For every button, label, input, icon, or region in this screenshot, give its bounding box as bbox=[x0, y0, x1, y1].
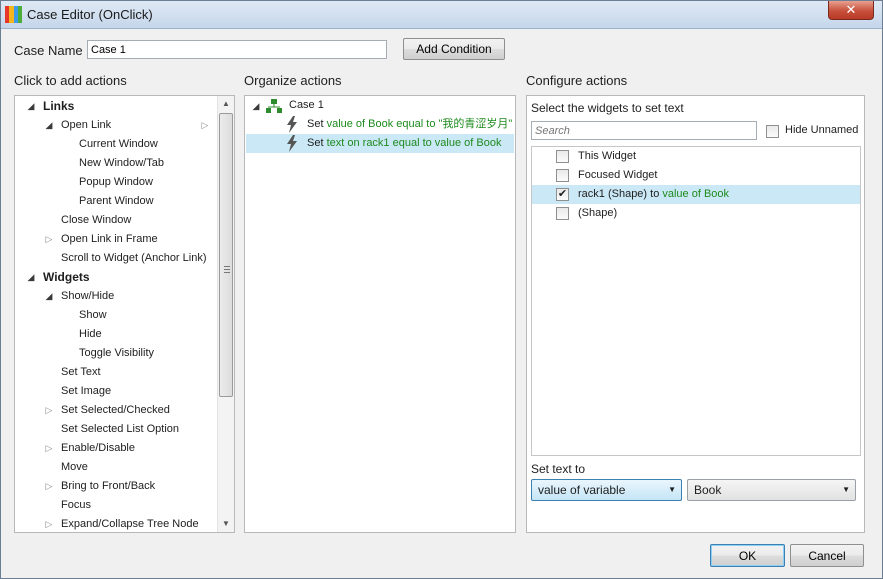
action-item[interactable]: Bring to Front/Back bbox=[61, 477, 155, 496]
action-item[interactable]: Open Link in Frame bbox=[61, 230, 158, 249]
chevron-down-icon: ▼ bbox=[668, 485, 676, 494]
action-prefix: Set bbox=[307, 137, 327, 149]
action-item[interactable]: Popup Window bbox=[79, 173, 153, 192]
widget-row[interactable]: ✔ rack1 (Shape) to value of Book bbox=[532, 185, 860, 204]
set-text-label: Set text to bbox=[531, 462, 586, 476]
action-item[interactable]: Set Selected/Checked bbox=[61, 401, 170, 420]
configure-subheader: Select the widgets to set text bbox=[531, 101, 684, 115]
add-condition-button[interactable]: Add Condition bbox=[403, 38, 505, 60]
tree-expander-icon[interactable] bbox=[26, 97, 36, 116]
action-item[interactable]: Show bbox=[79, 306, 107, 325]
title-bar[interactable]: Case Editor (OnClick) ✕ bbox=[1, 1, 882, 29]
action-row[interactable]: Set value of Book equal to "我的青涩岁月" bbox=[246, 115, 514, 134]
ok-button[interactable]: OK bbox=[710, 544, 785, 567]
case-name-label: Case Name bbox=[14, 43, 83, 58]
organize-actions-header: Organize actions bbox=[244, 73, 342, 88]
widget-label: (Shape) bbox=[578, 207, 618, 219]
submenu-arrow-icon[interactable] bbox=[200, 116, 210, 135]
variable-select[interactable]: Book ▼ bbox=[687, 479, 856, 501]
scroll-down-icon[interactable]: ▼ bbox=[218, 516, 234, 532]
case-expander-icon[interactable] bbox=[251, 97, 261, 116]
configure-actions-panel: Select the widgets to set text Hide Unna… bbox=[526, 95, 865, 533]
action-item[interactable]: Current Window bbox=[79, 135, 158, 154]
organize-actions-tree: Case 1 Set value of Book equal to "我的青涩岁… bbox=[244, 95, 516, 533]
action-item[interactable]: Set Image bbox=[61, 382, 111, 401]
widget-row[interactable]: (Shape) bbox=[532, 204, 860, 223]
tree-expander-icon[interactable] bbox=[26, 268, 36, 287]
widget-row[interactable]: Focused Widget bbox=[532, 166, 860, 185]
action-item[interactable]: New Window/Tab bbox=[79, 154, 164, 173]
scrollbar-thumb[interactable] bbox=[219, 113, 233, 397]
action-item[interactable]: Expand/Collapse Tree Node bbox=[61, 515, 199, 534]
cancel-button[interactable]: Cancel bbox=[790, 544, 864, 567]
action-prefix: Set bbox=[307, 118, 327, 130]
set-text-mode-value: value of variable bbox=[538, 483, 626, 497]
action-item[interactable]: Parent Window bbox=[79, 192, 154, 211]
scroll-up-icon[interactable]: ▲ bbox=[218, 96, 234, 112]
action-item[interactable]: Open Link bbox=[61, 116, 111, 135]
widget-checkbox[interactable] bbox=[556, 207, 569, 220]
close-window-button[interactable]: ✕ bbox=[828, 1, 874, 20]
action-category[interactable]: Links bbox=[43, 97, 74, 116]
action-item[interactable]: Set Selected List Option bbox=[61, 420, 179, 439]
configure-actions-header: Configure actions bbox=[526, 73, 628, 88]
widget-checkbox[interactable]: ✔ bbox=[556, 188, 569, 201]
tree-expander-icon[interactable] bbox=[44, 439, 54, 458]
hide-unnamed-checkbox[interactable] bbox=[766, 125, 779, 138]
variable-value: Book bbox=[694, 483, 722, 497]
case-name-input[interactable] bbox=[87, 40, 387, 59]
chevron-down-icon: ▼ bbox=[842, 485, 850, 494]
tree-expander-icon[interactable] bbox=[44, 230, 54, 249]
hide-unnamed-label: Hide Unnamed bbox=[785, 124, 859, 136]
widget-checkbox[interactable] bbox=[556, 169, 569, 182]
widget-search-input[interactable] bbox=[531, 121, 757, 140]
action-item[interactable]: Scroll to Widget (Anchor Link) bbox=[61, 249, 207, 268]
case-tree-icon bbox=[266, 99, 282, 113]
action-category[interactable]: Widgets bbox=[43, 268, 90, 287]
action-item[interactable]: Close Window bbox=[61, 211, 131, 230]
add-actions-scrollbar[interactable]: ▲ ▼ bbox=[217, 96, 234, 532]
add-actions-header: Click to add actions bbox=[14, 73, 127, 88]
case-editor-window: Case Editor (OnClick) ✕ Case Name Add Co… bbox=[0, 0, 883, 579]
action-item[interactable]: Enable/Disable bbox=[61, 439, 135, 458]
tree-expander-icon[interactable] bbox=[44, 287, 54, 306]
case-node[interactable]: Case 1 bbox=[289, 96, 324, 115]
widget-label: rack1 (Shape) to bbox=[578, 188, 663, 200]
action-detail: value of Book equal to "我的青涩岁月" bbox=[326, 118, 513, 130]
set-text-mode-select[interactable]: value of variable ▼ bbox=[531, 479, 682, 501]
action-item[interactable]: Hide bbox=[79, 325, 102, 344]
tree-expander-icon[interactable] bbox=[44, 477, 54, 496]
widget-checkbox[interactable] bbox=[556, 150, 569, 163]
widget-list: This Widget Focused Widget ✔ rack1 (Shape) … bbox=[531, 146, 861, 456]
widget-label: Focused Widget bbox=[578, 169, 658, 181]
widget-label: This Widget bbox=[578, 150, 637, 162]
action-item[interactable]: Toggle Visibility bbox=[79, 344, 154, 363]
action-item[interactable]: Move bbox=[61, 458, 88, 477]
action-item[interactable]: Show/Hide bbox=[61, 287, 114, 306]
lightning-icon bbox=[287, 116, 297, 133]
add-actions-tree: LinksOpen LinkCurrent WindowNew Window/T… bbox=[14, 95, 235, 533]
app-logo-icon bbox=[5, 6, 22, 23]
action-row[interactable]: Set text on rack1 equal to value of Book bbox=[246, 134, 514, 153]
action-item[interactable]: Focus bbox=[61, 496, 91, 515]
tree-expander-icon[interactable] bbox=[44, 515, 54, 534]
window-title: Case Editor (OnClick) bbox=[27, 7, 153, 22]
tree-expander-icon[interactable] bbox=[44, 401, 54, 420]
action-item[interactable]: Set Text bbox=[61, 363, 101, 382]
widget-value-suffix: value of Book bbox=[662, 188, 730, 200]
action-detail: text on rack1 equal to value of Book bbox=[326, 137, 502, 149]
lightning-icon bbox=[287, 135, 297, 152]
tree-expander-icon[interactable] bbox=[44, 116, 54, 135]
widget-row[interactable]: This Widget bbox=[532, 147, 860, 166]
